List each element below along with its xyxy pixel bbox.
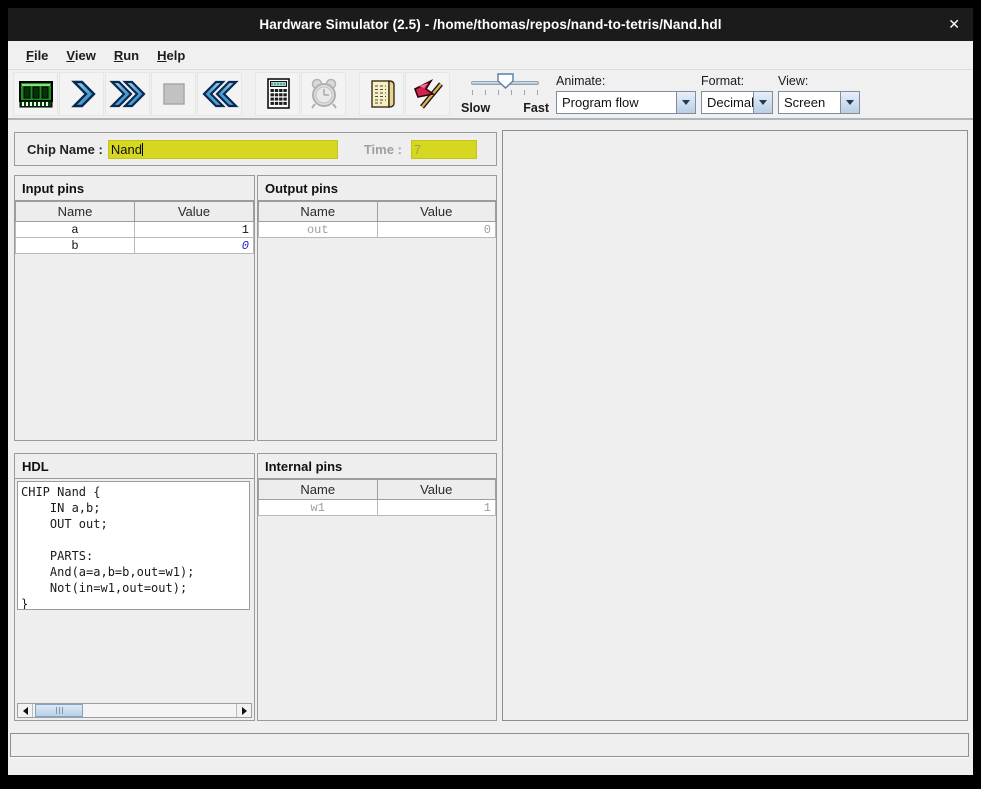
hdl-horizontal-scrollbar[interactable] xyxy=(17,703,252,718)
animate-select[interactable]: Program flow xyxy=(556,91,696,114)
hdl-code: CHIP Nand { IN a,b; OUT out; PARTS: And(… xyxy=(18,482,249,610)
chip-name-bar: Chip Name : Nand Time : 7 xyxy=(14,132,497,166)
table-row: out 0 xyxy=(259,222,496,238)
view-select[interactable]: Screen xyxy=(778,91,860,114)
chevron-down-icon xyxy=(846,100,854,105)
format-select[interactable]: Decimal xyxy=(701,91,773,114)
menu-run[interactable]: Run xyxy=(105,44,148,67)
view-group: View: Screen xyxy=(778,74,860,114)
format-label: Format: xyxy=(701,74,773,88)
pin-value: 0 xyxy=(377,222,496,238)
hdl-title: HDL xyxy=(15,454,254,479)
column-header-value: Value xyxy=(135,202,254,222)
calculator-button[interactable] xyxy=(255,72,300,116)
time-field: 7 xyxy=(411,140,477,159)
menu-file[interactable]: File xyxy=(17,44,57,67)
internal-pins-title: Internal pins xyxy=(258,454,496,479)
animate-label: Animate: xyxy=(556,74,696,88)
table-row: w1 1 xyxy=(259,500,496,516)
chevron-down-icon xyxy=(759,100,767,105)
format-group: Format: Decimal xyxy=(701,74,773,114)
output-pins-title: Output pins xyxy=(258,176,496,201)
pin-value[interactable]: 1 xyxy=(135,222,254,238)
pin-name: w1 xyxy=(259,500,378,516)
time-label: Time : xyxy=(364,142,402,157)
pin-name: b xyxy=(16,238,135,254)
scrollbar-thumb[interactable] xyxy=(35,704,83,717)
format-value: Decimal xyxy=(702,95,753,110)
input-pins-title: Input pins xyxy=(15,176,254,201)
table-row: a 1 xyxy=(16,222,254,238)
triangle-right-icon xyxy=(242,707,247,715)
script-button[interactable] xyxy=(359,72,404,116)
format-dropdown-button[interactable] xyxy=(753,92,772,113)
pin-name: a xyxy=(16,222,135,238)
column-header-name: Name xyxy=(259,202,378,222)
output-pins-panel: Output pins Name Value out 0 xyxy=(257,175,497,441)
scroll-left-button[interactable] xyxy=(18,704,33,717)
animate-dropdown-button[interactable] xyxy=(676,92,695,113)
view-label: View: xyxy=(778,74,860,88)
column-header-value: Value xyxy=(377,480,496,500)
internal-pins-panel: Internal pins Name Value w1 1 xyxy=(257,453,497,721)
close-icon[interactable]: ✕ xyxy=(948,16,960,33)
title-bar: Hardware Simulator (2.5) - /home/thomas/… xyxy=(8,8,973,41)
load-chip-button[interactable] xyxy=(13,72,58,116)
alarm-clock-icon xyxy=(307,77,341,111)
run-button[interactable] xyxy=(105,72,150,116)
animate-value: Program flow xyxy=(557,95,676,110)
main-content: Chip Name : Nand Time : 7 Input pins Nam… xyxy=(8,120,973,773)
view-dropdown-button[interactable] xyxy=(840,92,859,113)
pin-value[interactable]: 0 xyxy=(135,238,254,254)
input-pins-table: Name Value a 1 b 0 xyxy=(15,201,254,254)
pin-value: 1 xyxy=(377,500,496,516)
window-title: Hardware Simulator (2.5) - /home/thomas/… xyxy=(259,17,721,32)
output-pins-table: Name Value out 0 xyxy=(258,201,496,238)
input-pins-panel: Input pins Name Value a 1 b 0 xyxy=(14,175,255,441)
stop-icon xyxy=(157,77,191,111)
animate-group: Animate: Program flow xyxy=(556,74,696,114)
app-window: Hardware Simulator (2.5) - /home/thomas/… xyxy=(8,8,973,775)
hdl-code-view[interactable]: CHIP Nand { IN a,b; OUT out; PARTS: And(… xyxy=(17,481,250,610)
flag-icon xyxy=(411,77,445,111)
slider-ticks xyxy=(472,90,538,95)
scrollbar-track[interactable] xyxy=(33,704,236,717)
menu-help[interactable]: Help xyxy=(148,44,194,67)
chip-name-label: Chip Name : xyxy=(27,142,103,157)
step-forward-icon xyxy=(65,77,99,111)
calculator-icon xyxy=(261,77,295,111)
slider-fast-label: Fast xyxy=(523,101,549,115)
menu-bar: File View Run Help xyxy=(8,41,973,70)
column-header-name: Name xyxy=(16,202,135,222)
toolbar: Slow Fast Animate: Program flow Format: … xyxy=(8,70,973,120)
view-value: Screen xyxy=(779,95,840,110)
column-header-name: Name xyxy=(259,480,378,500)
stop-button[interactable] xyxy=(151,72,196,116)
memory-chip-icon xyxy=(18,77,54,111)
reset-button[interactable] xyxy=(197,72,242,116)
menu-view[interactable]: View xyxy=(57,44,104,67)
scroll-right-button[interactable] xyxy=(236,704,251,717)
slider-slow-label: Slow xyxy=(461,101,490,115)
triangle-left-icon xyxy=(23,707,28,715)
text-caret xyxy=(142,143,143,156)
hdl-panel: HDL CHIP Nand { IN a,b; OUT out; PARTS: … xyxy=(14,453,255,721)
breakpoints-button[interactable] xyxy=(405,72,450,116)
single-step-button[interactable] xyxy=(59,72,104,116)
speed-slider[interactable]: Slow Fast xyxy=(459,71,551,117)
rewind-icon xyxy=(201,77,239,111)
pin-name: out xyxy=(259,222,378,238)
status-bar xyxy=(10,733,969,757)
scroll-icon xyxy=(365,77,399,111)
screen-display-panel xyxy=(502,130,968,721)
chevron-down-icon xyxy=(682,100,690,105)
chip-name-input[interactable]: Nand xyxy=(108,140,338,159)
fast-forward-icon xyxy=(109,77,147,111)
table-row: b 0 xyxy=(16,238,254,254)
internal-pins-table: Name Value w1 1 xyxy=(258,479,496,516)
clock-button[interactable] xyxy=(301,72,346,116)
column-header-value: Value xyxy=(377,202,496,222)
